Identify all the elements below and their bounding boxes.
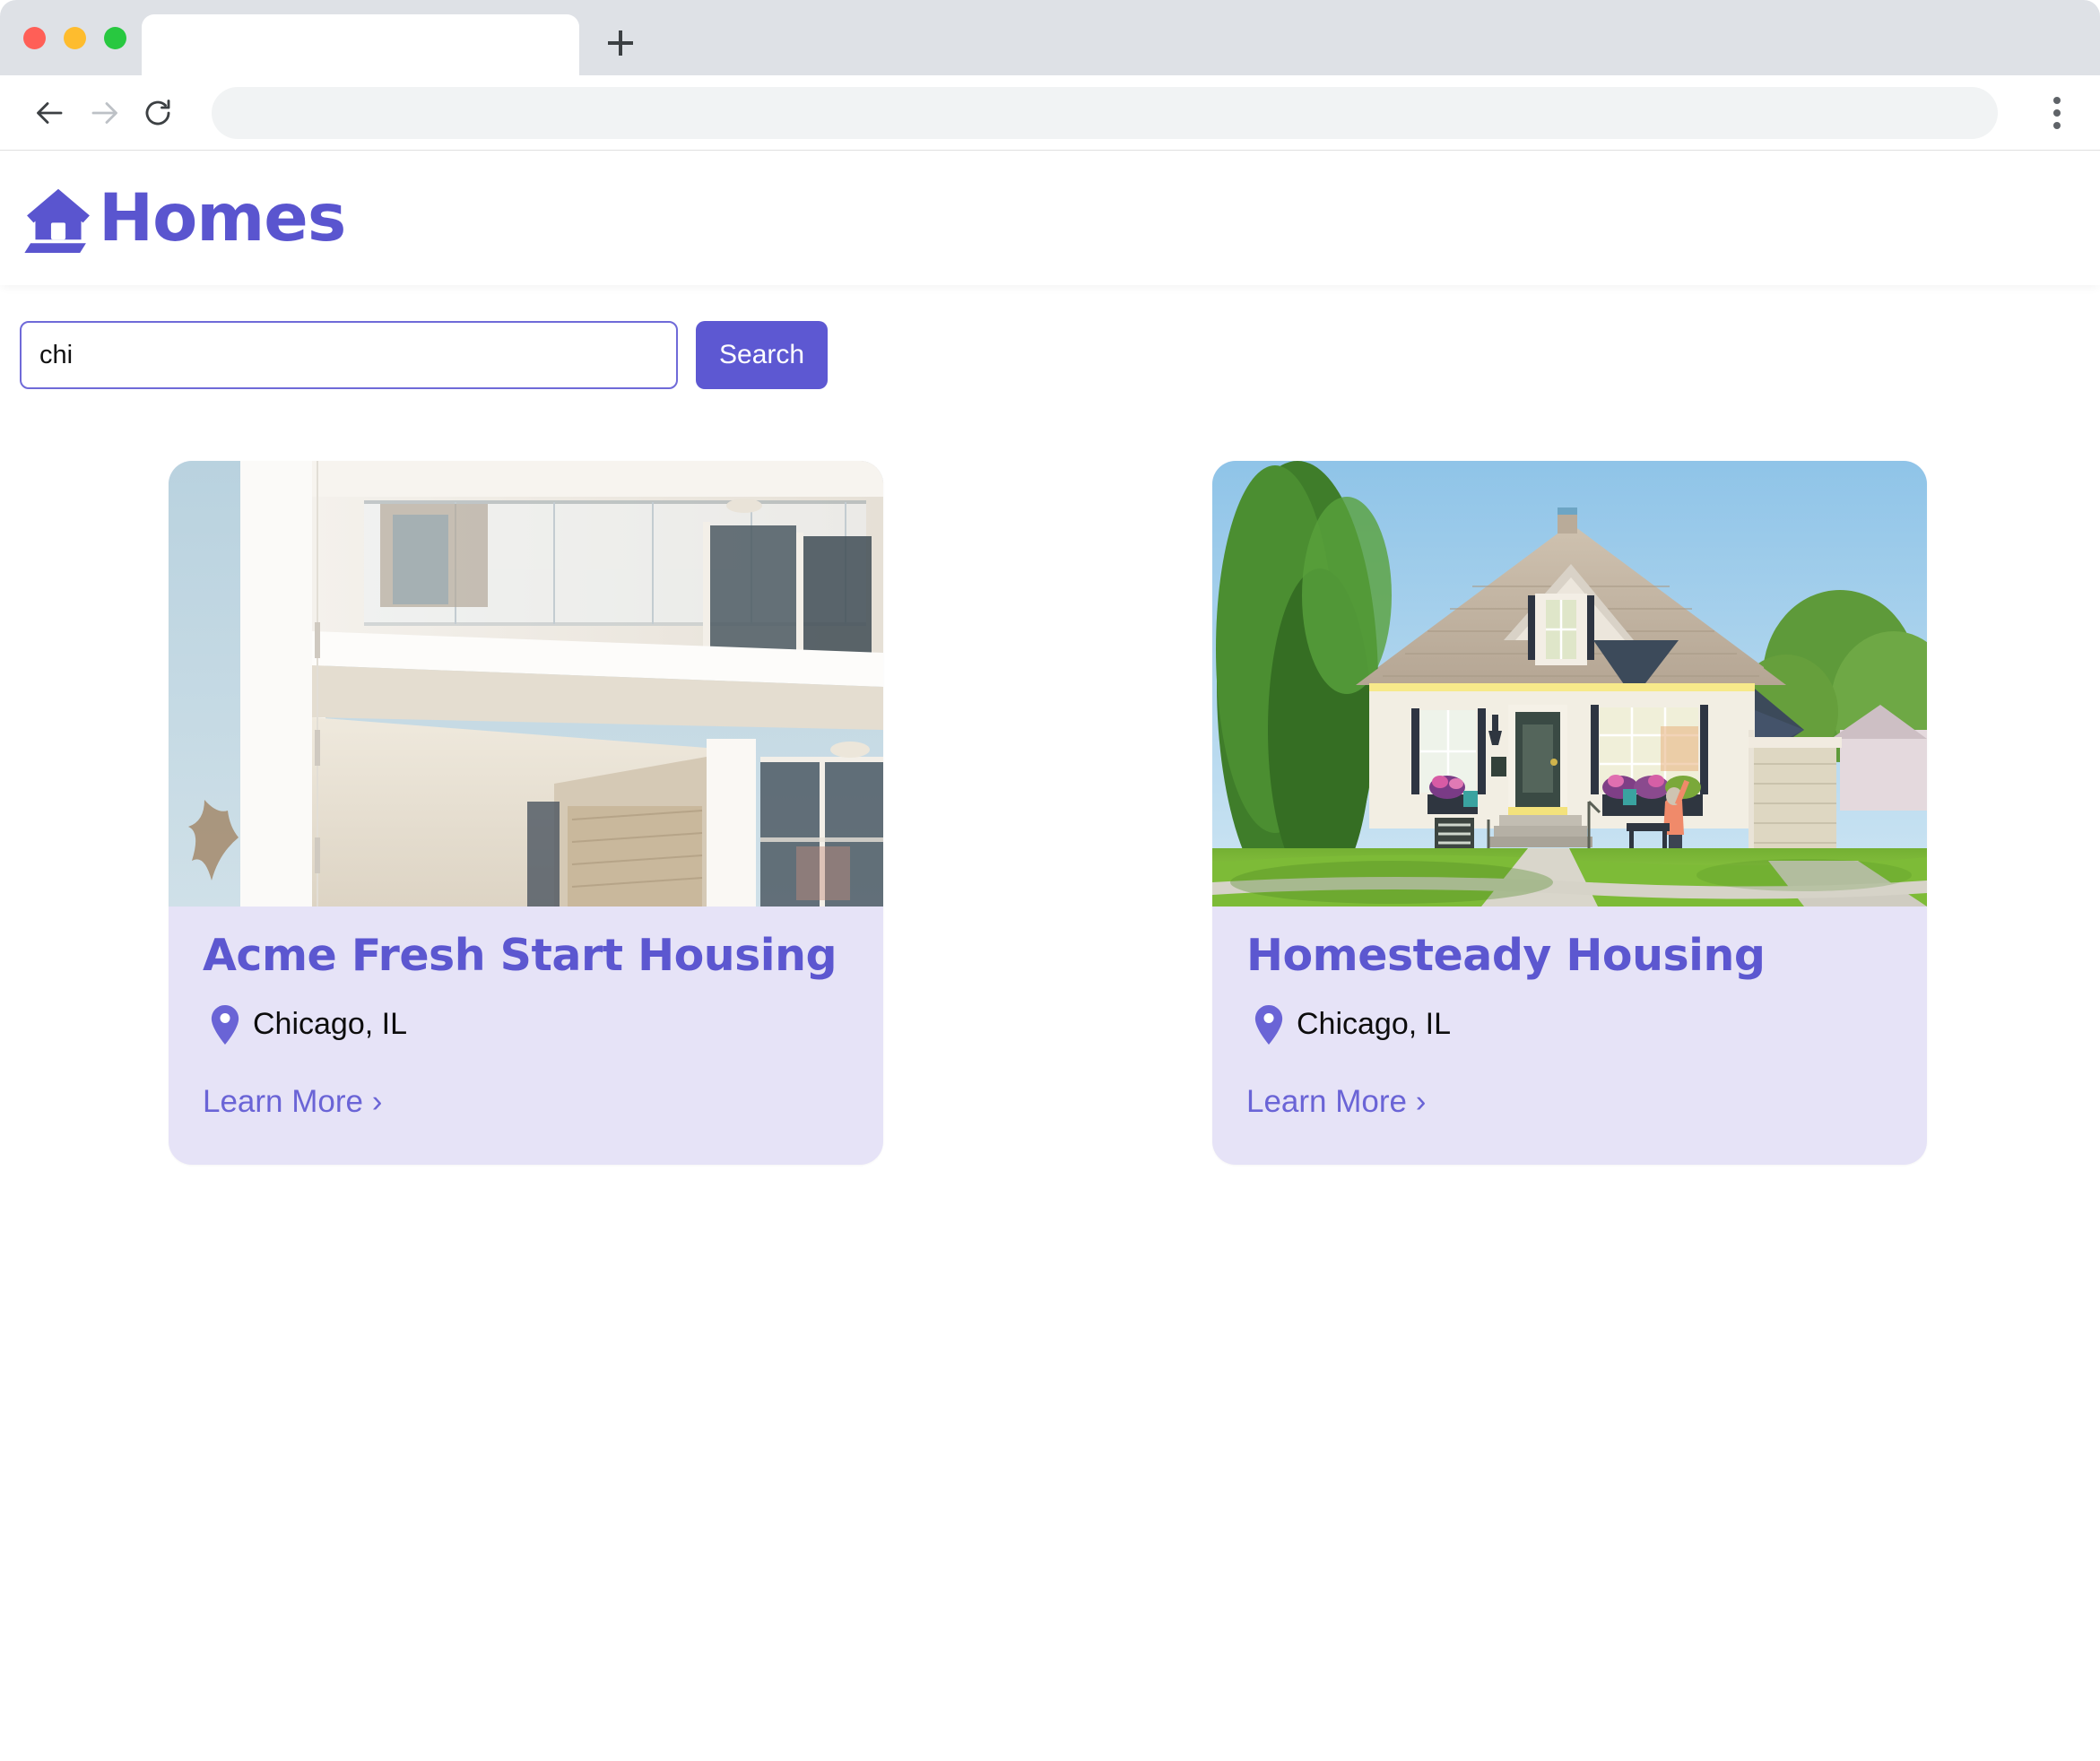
housing-photo-modern-building [169, 461, 883, 907]
back-button[interactable] [23, 86, 77, 140]
new-tab-button[interactable] [595, 18, 646, 68]
plus-icon [608, 30, 633, 56]
search-section: Search [0, 285, 2100, 389]
url-address-bar[interactable] [212, 86, 1998, 139]
arrow-right-icon [91, 101, 117, 124]
housing-results-list: Acme Fresh Start Housing Chicago, IL Lea… [0, 389, 2100, 1165]
housing-card-city: Chicago, IL [1297, 1007, 1451, 1042]
learn-more-link[interactable]: Learn More › [203, 1084, 382, 1120]
learn-more-link[interactable]: Learn More › [1246, 1084, 1426, 1120]
minimize-window-button[interactable] [64, 27, 86, 49]
house-logo-icon [24, 188, 90, 253]
housing-card-location: Chicago, IL [203, 1004, 849, 1045]
forward-button[interactable] [77, 86, 131, 140]
reload-button[interactable] [131, 86, 185, 140]
three-dots-vertical-icon [2053, 96, 2061, 104]
window-traffic-lights [23, 27, 126, 49]
housing-card-body: Homesteady Housing Chicago, IL Learn Mor… [1212, 907, 1927, 1165]
brand-name: Homes [99, 179, 346, 256]
browser-tab-title [142, 14, 579, 32]
location-pin-icon [211, 1004, 239, 1045]
suburban-house-photo [1212, 461, 1927, 907]
housing-location-card[interactable]: Acme Fresh Start Housing Chicago, IL Lea… [169, 461, 883, 1165]
housing-card-city: Chicago, IL [253, 1007, 407, 1042]
housing-card-title: Homesteady Housing [1246, 930, 1766, 981]
page-content: Homes Search [0, 151, 2100, 1760]
housing-location-card[interactable]: Homesteady Housing Chicago, IL Learn Mor… [1212, 461, 1927, 1165]
arrow-left-icon [37, 101, 63, 124]
browser-nav-bar [0, 75, 2100, 151]
brand-home-link[interactable]: Homes [20, 179, 346, 256]
modern-apartment-photo [169, 461, 883, 907]
search-input[interactable] [20, 321, 678, 389]
search-button[interactable]: Search [696, 321, 829, 389]
reload-icon [145, 99, 170, 125]
browser-tab[interactable] [142, 14, 579, 75]
housing-card-title: Acme Fresh Start Housing [203, 930, 837, 981]
browser-window: Homes Search [0, 0, 2100, 1761]
browser-menu-button[interactable] [2034, 86, 2080, 140]
browser-tab-strip [0, 0, 2100, 75]
location-pin-icon [1254, 1004, 1283, 1045]
housing-card-body: Acme Fresh Start Housing Chicago, IL Lea… [169, 907, 883, 1165]
housing-card-location: Chicago, IL [1246, 1004, 1893, 1045]
housing-photo-suburban-house [1212, 461, 1927, 907]
app-header: Homes [0, 151, 2100, 285]
maximize-window-button[interactable] [104, 27, 126, 49]
close-window-button[interactable] [23, 27, 46, 49]
